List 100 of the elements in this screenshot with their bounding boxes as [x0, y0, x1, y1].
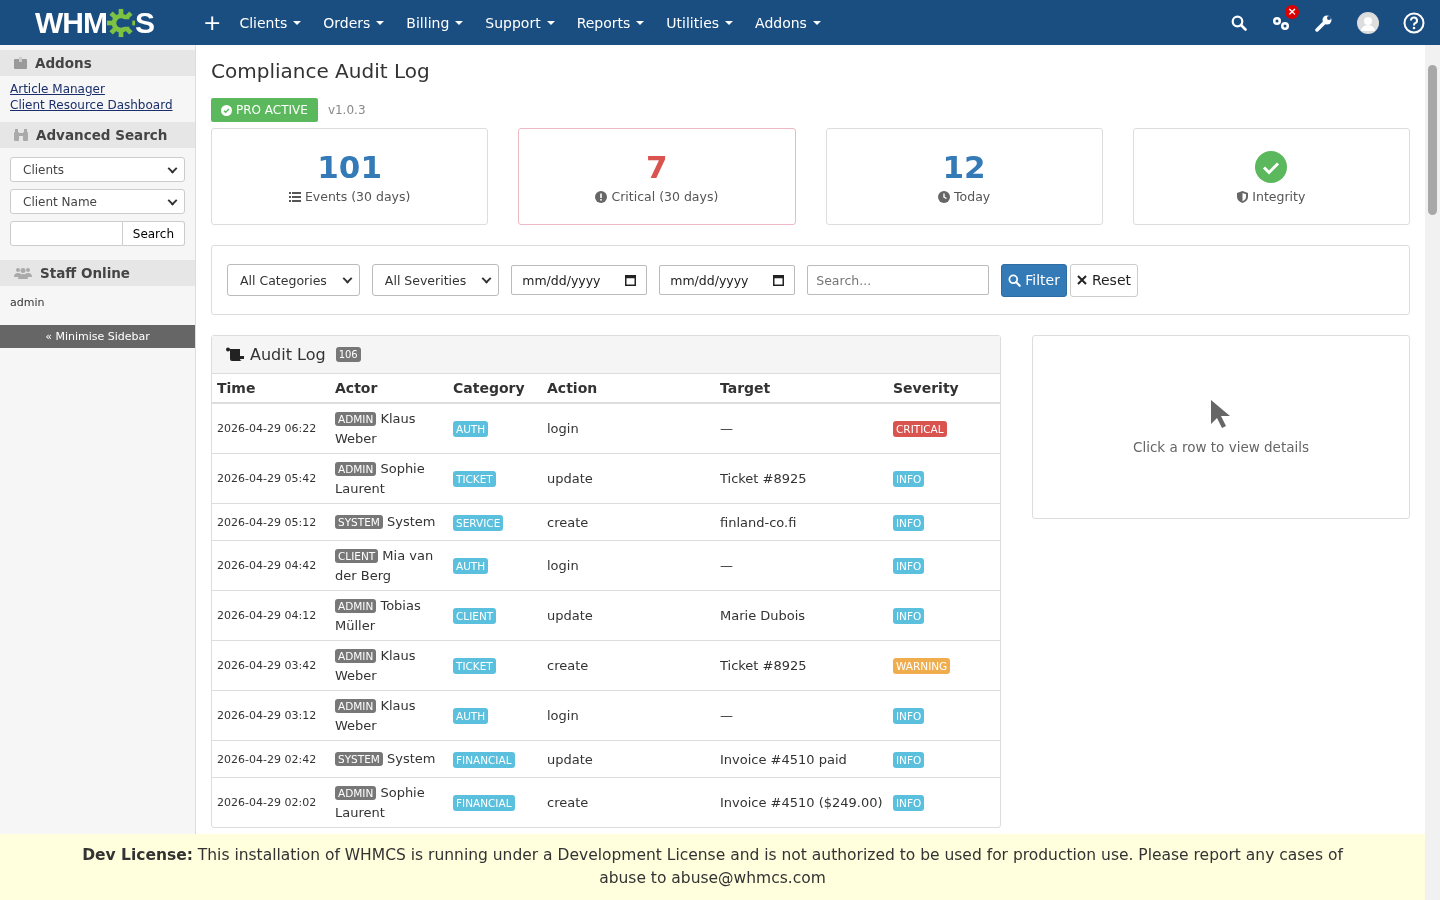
notification-badge: × [1285, 4, 1299, 19]
actor-cell: ADMIN Tobias Müller [330, 590, 448, 641]
nav-menu[interactable]: Support [485, 14, 555, 31]
severity-badge: INFO [893, 514, 925, 531]
time-cell: 2026-04-29 02:02 [212, 777, 330, 827]
minimise-sidebar-button[interactable]: « Minimise Sidebar [0, 325, 195, 348]
sidebar-link[interactable]: Article Manager [10, 82, 185, 96]
stat-label: Integrity [1252, 189, 1306, 204]
table-row[interactable]: 2026-04-29 05:12 SYSTEM System SERVICE create finland-co.fi INFO [212, 503, 1000, 541]
column-header: Time [212, 374, 330, 403]
target-cell: Invoice #4510 ($249.00) [715, 777, 888, 827]
time-cell: 2026-04-29 05:12 [212, 503, 330, 541]
category-select[interactable]: All Categories [227, 264, 360, 296]
category-badge: CLIENT [453, 608, 497, 624]
category-badge: AUTH [453, 708, 489, 724]
column-header: Severity [888, 374, 1000, 403]
actor-cell: CLIENT Mia van der Berg [330, 540, 448, 591]
table-row[interactable]: 2026-04-29 03:42 ADMIN Klaus Weber TICKET create Ticket #8925 WARNING [212, 640, 1000, 691]
target-cell: Ticket #8925 [715, 640, 888, 691]
time-cell: 2026-04-29 03:42 [212, 640, 330, 691]
avatar-icon[interactable] [1357, 11, 1379, 34]
add-button[interactable]: + [203, 10, 222, 35]
category-badge: SERVICE [453, 514, 504, 531]
help-icon[interactable] [1403, 11, 1425, 34]
column-header: Actor [330, 374, 448, 403]
clock-icon [938, 190, 951, 203]
check-icon [221, 104, 232, 116]
gears-icon[interactable] [1271, 14, 1291, 31]
category-badge: FINANCIAL [453, 795, 515, 811]
column-header: Target [715, 374, 888, 403]
exclamation-circle-icon [595, 190, 608, 203]
nav-menu[interactable]: Orders [323, 14, 385, 31]
column-header: Action [542, 374, 715, 403]
table-row[interactable]: 2026-04-29 04:42 CLIENT Mia van der Berg AUTH login — INFO [212, 540, 1000, 591]
table-row[interactable]: 2026-04-29 04:12 ADMIN Tobias Müller CLIENT update Marie Dubois INFO [212, 590, 1000, 641]
actor-cell: ADMIN Klaus Weber [330, 403, 448, 454]
severity-select[interactable]: All Severities [371, 264, 500, 296]
search-button[interactable]: Search [122, 221, 185, 246]
category-badge: AUTH [453, 421, 489, 437]
wrench-icon[interactable] [1315, 13, 1333, 32]
stat-value: 7 [646, 149, 668, 185]
action-cell: login [542, 540, 715, 591]
table-row[interactable]: 2026-04-29 06:22 ADMIN Klaus Weber AUTH login — CRITICAL [212, 403, 1000, 454]
filter-button[interactable]: Filter [1001, 263, 1067, 297]
version-text: v1.0.3 [327, 103, 366, 117]
time-cell: 2026-04-29 04:42 [212, 540, 330, 591]
actor-cell: SYSTEM System [330, 503, 448, 541]
target-cell: Invoice #4510 paid [715, 740, 888, 778]
category-badge: AUTH [453, 558, 489, 574]
column-header: Category [448, 374, 542, 403]
time-cell: 2026-04-29 03:12 [212, 690, 330, 741]
target-cell: Ticket #8925 [715, 453, 888, 504]
nav-menu[interactable]: Utilities [666, 14, 734, 31]
time-cell: 2026-04-29 02:42 [212, 740, 330, 778]
scroll-icon [226, 347, 244, 362]
table-row[interactable]: 2026-04-29 03:12 ADMIN Klaus Weber AUTH login — INFO [212, 690, 1000, 741]
action-cell: create [542, 503, 715, 541]
list-icon [288, 191, 301, 202]
action-cell: create [542, 640, 715, 691]
count-badge: 106 [335, 347, 361, 362]
license-notice: Dev License: This installation of WHMCS is running under a Development License and is not authorized to be used for production use. Please report any cases of abuse to abuse@whmcs.com [81, 845, 1345, 889]
table-row[interactable]: 2026-04-29 05:42 ADMIN Sophie Laurent TICKET update Ticket #8925 INFO [212, 453, 1000, 504]
target-cell: — [715, 403, 888, 454]
category-badge: TICKET [453, 658, 496, 674]
stat-label: Today [954, 189, 991, 204]
actor-cell: ADMIN Klaus Weber [330, 640, 448, 691]
severity-badge: WARNING [893, 658, 951, 674]
search-icon[interactable] [1231, 14, 1247, 31]
search-field-select[interactable]: Client Name [10, 189, 185, 214]
category-badge: TICKET [453, 471, 496, 487]
nav-menu[interactable]: Addons [755, 14, 821, 31]
calendar-icon [773, 274, 785, 286]
stat-value: 12 [942, 149, 986, 185]
severity-badge: INFO [893, 471, 925, 487]
date-to-field[interactable]: mm/dd/yyyy [659, 265, 796, 295]
panel-title: Audit Log [250, 345, 326, 364]
table-row[interactable]: 2026-04-29 02:42 SYSTEM System FINANCIAL update Invoice #4510 paid INFO [212, 740, 1000, 778]
action-cell: login [542, 690, 715, 741]
time-cell: 2026-04-29 04:12 [212, 590, 330, 641]
sidebar-title: Advanced Search [36, 127, 168, 143]
shield-icon [1237, 190, 1249, 203]
nav-menu[interactable]: Billing [406, 14, 464, 31]
target-cell: — [715, 540, 888, 591]
reset-button[interactable]: Reset [1069, 263, 1138, 297]
scrollbar[interactable] [1425, 45, 1440, 900]
table-row[interactable]: 2026-04-29 02:02 ADMIN Sophie Laurent FINANCIAL create Invoice #4510 ($249.00) INFO [212, 777, 1000, 827]
nav-menu[interactable]: Reports [576, 14, 645, 31]
date-from-field[interactable]: mm/dd/yyyy [511, 265, 648, 295]
nav-menu[interactable]: Clients [239, 14, 302, 31]
target-cell: finland-co.fi [715, 503, 888, 541]
calendar-icon [625, 274, 637, 286]
search-input[interactable] [10, 221, 123, 246]
search-field[interactable]: Search... [807, 265, 990, 295]
sidebar-title: Addons [35, 55, 92, 71]
logo[interactable]: WHM S [35, 5, 195, 40]
target-cell: — [715, 690, 888, 741]
search-type-select[interactable]: Clients [10, 157, 185, 182]
action-cell: update [542, 453, 715, 504]
sidebar-link[interactable]: Client Resource Dashboard [10, 98, 185, 112]
page-title: Compliance Audit Log [211, 59, 431, 83]
